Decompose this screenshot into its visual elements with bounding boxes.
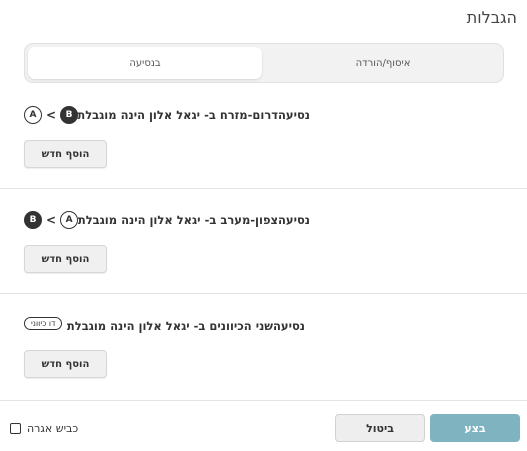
execute-button[interactable]: בצע: [430, 414, 520, 442]
direction-badges: דו כיווני: [24, 317, 63, 330]
divider: [0, 293, 527, 294]
add-new-button[interactable]: הוסף חדש: [24, 140, 107, 168]
add-new-button[interactable]: הוסף חדש: [24, 245, 107, 273]
tab-in-transit[interactable]: בנסיעה: [28, 47, 262, 79]
point-a-badge: A: [60, 211, 79, 229]
divider: [0, 188, 527, 189]
restriction-text: נסיעהשני הכיוונים ב- יגאל אלון הינה מוגב…: [66, 319, 305, 333]
toll-road-checkbox[interactable]: [10, 422, 21, 434]
point-a-badge: A: [24, 106, 42, 124]
two-way-badge: דו כיווני: [24, 317, 63, 330]
direction-badges: B < A: [24, 211, 79, 229]
direction-arrow: <: [46, 108, 57, 122]
dialog-footer: בצע ביטול כביש אגרה: [0, 401, 527, 451]
tab-pickup-dropoff[interactable]: איסוף/הורדה: [266, 47, 500, 79]
tab-bar: בנסיעה איסוף/הורדה: [24, 43, 504, 83]
restriction-row-1: נסיעהדרום-מזרח ב- יגאל אלון הינה מוגבלת: [77, 104, 310, 126]
toll-road-option: כביש אגרה: [10, 420, 78, 436]
dialog-title: הגבלות: [466, 8, 517, 27]
add-new-button[interactable]: הוסף חדש: [24, 350, 107, 378]
point-b-badge: B: [60, 106, 79, 124]
restriction-text: נסיעהדרום-מזרח ב- יגאל אלון הינה מוגבלת: [77, 108, 310, 122]
cancel-button[interactable]: ביטול: [335, 414, 425, 442]
direction-badges: A < B: [24, 106, 79, 124]
restriction-text: נסיעהצפון-מערב ב- יגאל אלון הינה מוגבלת: [77, 213, 310, 227]
restriction-row-2: נסיעהצפון-מערב ב- יגאל אלון הינה מוגבלת: [78, 209, 310, 231]
toll-road-label: כביש אגרה: [27, 421, 79, 435]
direction-arrow: <: [46, 213, 57, 227]
restriction-row-3: נסיעהשני הכיוונים ב- יגאל אלון הינה מוגב…: [67, 315, 305, 337]
point-b-badge: B: [24, 211, 42, 229]
